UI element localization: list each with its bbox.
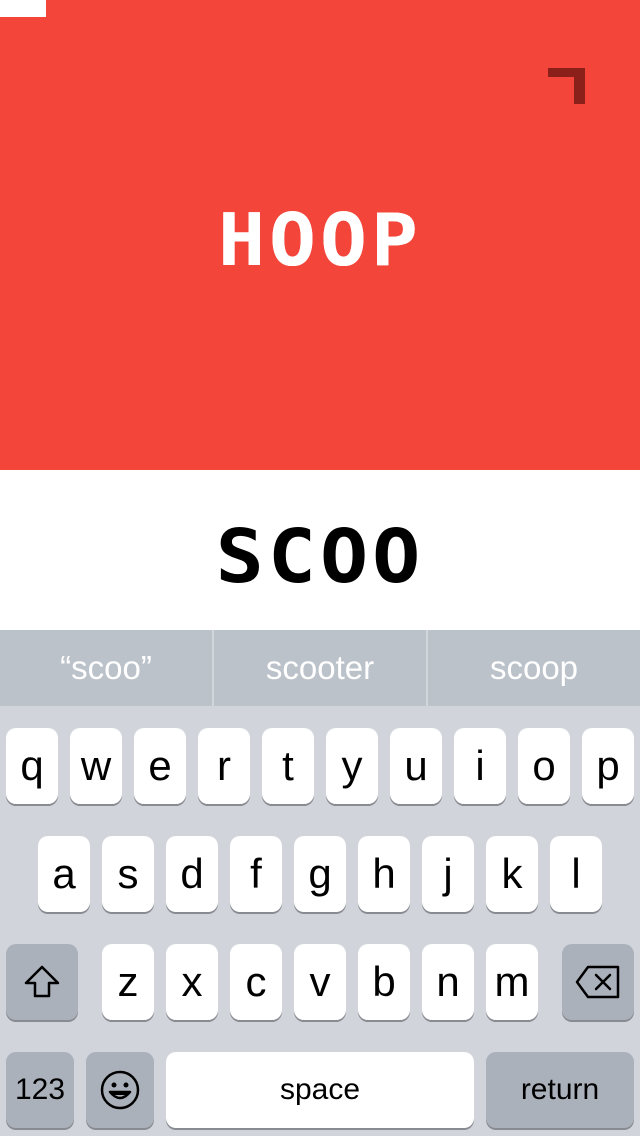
key-d[interactable]: d — [166, 836, 218, 912]
shift-icon — [22, 962, 62, 1002]
corner-bracket-icon — [548, 68, 585, 104]
key-w[interactable]: w — [70, 728, 122, 804]
key-e[interactable]: e — [134, 728, 186, 804]
shift-key[interactable] — [6, 944, 78, 1020]
suggestion-1[interactable]: “scoo” — [0, 630, 212, 706]
key-p[interactable]: p — [582, 728, 634, 804]
game-area: HOOP — [0, 0, 640, 470]
emoji-icon — [99, 1069, 141, 1111]
key-z[interactable]: z — [102, 944, 154, 1020]
key-c[interactable]: c — [230, 944, 282, 1020]
key-i[interactable]: i — [454, 728, 506, 804]
status-indicator — [0, 0, 46, 17]
suggestion-3[interactable]: scoop — [428, 630, 640, 706]
suggestion-2[interactable]: scooter — [214, 630, 426, 706]
key-t[interactable]: t — [262, 728, 314, 804]
key-x[interactable]: x — [166, 944, 218, 1020]
key-r[interactable]: r — [198, 728, 250, 804]
backspace-icon — [574, 964, 622, 1000]
key-l[interactable]: l — [550, 836, 602, 912]
target-word: HOOP — [218, 199, 422, 283]
key-q[interactable]: q — [6, 728, 58, 804]
key-m[interactable]: m — [486, 944, 538, 1020]
numbers-key[interactable]: 123 — [6, 1052, 74, 1128]
corner-bar-vertical — [574, 68, 585, 104]
key-v[interactable]: v — [294, 944, 346, 1020]
key-h[interactable]: h — [358, 836, 410, 912]
return-key[interactable]: return — [486, 1052, 634, 1128]
emoji-key[interactable] — [86, 1052, 154, 1128]
key-j[interactable]: j — [422, 836, 474, 912]
keyboard: “scoo” scooter scoop q w e r t y u i o p… — [0, 630, 640, 1136]
key-b[interactable]: b — [358, 944, 410, 1020]
key-u[interactable]: u — [390, 728, 442, 804]
key-f[interactable]: f — [230, 836, 282, 912]
backspace-key[interactable] — [562, 944, 634, 1020]
typed-word: SCOO — [215, 513, 425, 600]
key-g[interactable]: g — [294, 836, 346, 912]
key-k[interactable]: k — [486, 836, 538, 912]
key-y[interactable]: y — [326, 728, 378, 804]
key-a[interactable]: a — [38, 836, 90, 912]
key-o[interactable]: o — [518, 728, 570, 804]
key-s[interactable]: s — [102, 836, 154, 912]
key-n[interactable]: n — [422, 944, 474, 1020]
space-key[interactable]: space — [166, 1052, 474, 1128]
suggestion-bar: “scoo” scooter scoop — [0, 630, 640, 706]
